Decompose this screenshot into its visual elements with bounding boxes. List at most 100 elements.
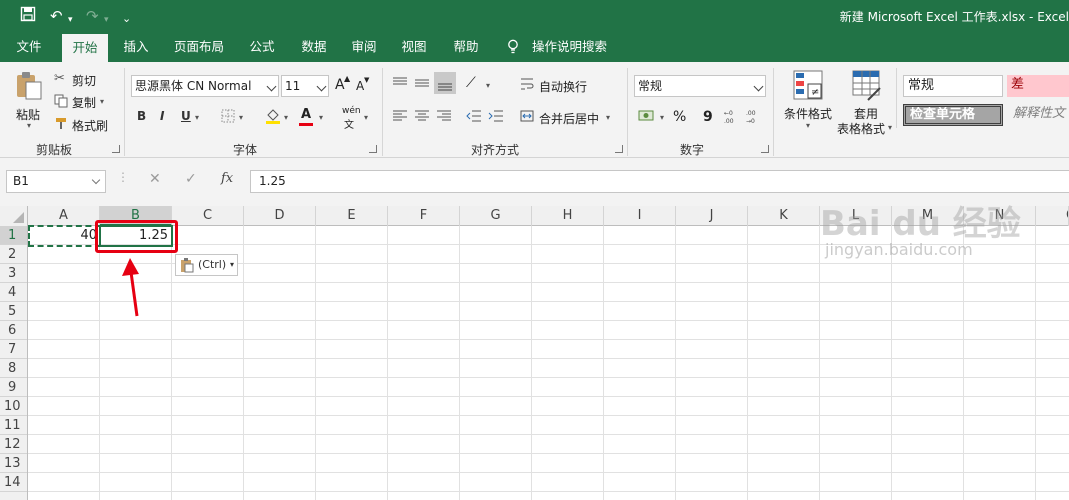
copy-button[interactable]: 复制 — [72, 94, 96, 111]
customize-qat-icon[interactable]: ⌄ — [122, 9, 131, 29]
tab-home[interactable]: 开始 — [62, 34, 108, 62]
column-header-j[interactable]: J — [676, 206, 748, 226]
column-header-a[interactable]: A — [28, 206, 100, 226]
fill-color-icon[interactable] — [265, 107, 281, 128]
number-format-select[interactable]: 常规 — [634, 75, 766, 97]
paste-options-button[interactable]: (Ctrl) ▾ — [175, 254, 238, 276]
font-name-select[interactable]: 思源黑体 CN Normal — [131, 75, 279, 97]
format-painter-button[interactable]: 格式刷 — [72, 117, 108, 134]
align-middle-icon[interactable] — [414, 76, 430, 93]
merge-dropdown-icon[interactable]: ▾ — [606, 113, 610, 122]
clipboard-launcher-icon[interactable] — [112, 145, 120, 153]
confirm-entry-button[interactable]: ✓ — [185, 171, 197, 187]
row-header-4[interactable]: 4 — [0, 283, 27, 302]
percent-button[interactable]: % — [673, 109, 686, 125]
cut-button[interactable]: 剪切 — [72, 72, 96, 89]
row-header-9[interactable]: 9 — [0, 378, 27, 397]
shrink-font-button[interactable]: A — [356, 79, 364, 93]
more-options-icon[interactable]: ⋮ — [117, 170, 129, 184]
align-bottom-icon[interactable] — [434, 72, 456, 94]
style-bad[interactable]: 差 — [1007, 75, 1069, 97]
select-all-corner[interactable] — [0, 206, 28, 226]
tab-page-layout[interactable]: 页面布局 — [166, 32, 232, 62]
align-center-icon[interactable] — [414, 110, 430, 125]
conditional-dropdown-icon[interactable]: ▾ — [806, 121, 810, 130]
style-normal[interactable]: 常规 — [903, 75, 1003, 97]
increase-indent-icon[interactable] — [488, 110, 504, 125]
row-header-7[interactable]: 7 — [0, 340, 27, 359]
row-header-13[interactable]: 13 — [0, 454, 27, 473]
borders-icon[interactable] — [221, 109, 235, 126]
wrap-text-button[interactable]: 自动换行 — [539, 78, 587, 95]
tab-help[interactable]: 帮助 — [444, 32, 488, 62]
column-header-e[interactable]: E — [316, 206, 388, 226]
tab-formulas[interactable]: 公式 — [240, 32, 284, 62]
cancel-entry-button[interactable]: ✕ — [149, 171, 161, 187]
underline-button[interactable]: U — [181, 109, 191, 123]
save-icon[interactable] — [20, 6, 36, 27]
row-header-14[interactable]: 14 — [0, 473, 27, 492]
conditional-formatting-button[interactable]: 条件格式 — [784, 105, 832, 122]
column-header-o[interactable]: O — [1036, 206, 1069, 226]
font-launcher-icon[interactable] — [369, 145, 377, 153]
row-header-10[interactable]: 10 — [0, 397, 27, 416]
number-launcher-icon[interactable] — [761, 145, 769, 153]
tab-file[interactable]: 文件 — [6, 32, 52, 62]
column-header-d[interactable]: D — [244, 206, 316, 226]
tell-me-search[interactable]: 操作说明搜索 — [532, 32, 612, 62]
decrease-decimal-icon[interactable]: .00 →0 — [744, 108, 762, 127]
insert-function-button[interactable]: fx — [221, 171, 233, 186]
comma-style-button[interactable]: 9 — [703, 109, 713, 125]
column-header-g[interactable]: G — [460, 206, 532, 226]
undo-dropdown-icon[interactable]: ▾ — [68, 10, 73, 30]
orientation-icon[interactable]: ⟋ — [466, 75, 476, 91]
formula-input[interactable]: 1.25 — [250, 170, 1069, 193]
underline-dropdown-icon[interactable]: ▾ — [195, 113, 199, 122]
tab-view[interactable]: 视图 — [392, 32, 436, 62]
column-header-f[interactable]: F — [388, 206, 460, 226]
merge-center-button[interactable]: 合并后居中 — [539, 110, 599, 127]
align-left-icon[interactable] — [392, 110, 408, 125]
tab-review[interactable]: 审阅 — [342, 32, 386, 62]
alignment-launcher-icon[interactable] — [615, 145, 623, 153]
decrease-indent-icon[interactable] — [466, 110, 482, 125]
column-header-k[interactable]: K — [748, 206, 820, 226]
bold-button[interactable]: B — [137, 109, 146, 123]
name-box[interactable]: B1 — [6, 170, 106, 193]
row-header-5[interactable]: 5 — [0, 302, 27, 321]
accounting-format-icon[interactable] — [638, 109, 656, 126]
row-header-8[interactable]: 8 — [0, 359, 27, 378]
row-header-3[interactable]: 3 — [0, 264, 27, 283]
align-top-icon[interactable] — [392, 76, 408, 93]
font-size-select[interactable]: 11 — [281, 75, 329, 97]
column-header-h[interactable]: H — [532, 206, 604, 226]
increase-decimal-icon[interactable]: ←0.00 — [722, 108, 740, 127]
column-header-c[interactable]: C — [172, 206, 244, 226]
phonetic-dropdown-icon[interactable]: ▾ — [364, 113, 368, 122]
tab-data[interactable]: 数据 — [292, 32, 336, 62]
style-check-cell[interactable]: 检查单元格 — [903, 104, 1003, 126]
accounting-dropdown-icon[interactable]: ▾ — [660, 113, 664, 122]
fill-color-dropdown-icon[interactable]: ▾ — [284, 113, 288, 122]
borders-dropdown-icon[interactable]: ▾ — [239, 113, 243, 122]
italic-button[interactable]: I — [160, 109, 164, 123]
row-header-2[interactable]: 2 — [0, 245, 27, 264]
copy-dropdown-icon[interactable]: ▾ — [100, 97, 104, 106]
row-header-11[interactable]: 11 — [0, 416, 27, 435]
tab-insert[interactable]: 插入 — [114, 32, 158, 62]
format-as-table-line2[interactable]: 表格格式 — [837, 120, 885, 137]
phonetic-button[interactable]: wén — [342, 106, 361, 116]
undo-icon[interactable]: ↶ — [50, 6, 63, 26]
row-header-12[interactable]: 12 — [0, 435, 27, 454]
table-format-dropdown-icon[interactable]: ▾ — [888, 123, 892, 132]
row-header-1[interactable]: 1 — [0, 226, 27, 245]
style-explanatory[interactable]: 解释性文 — [1009, 104, 1069, 126]
paste-dropdown-icon[interactable]: ▾ — [27, 121, 31, 130]
orientation-dropdown-icon[interactable]: ▾ — [486, 81, 490, 90]
row-header-6[interactable]: 6 — [0, 321, 27, 340]
paste-icon[interactable] — [14, 70, 44, 105]
font-color-dropdown-icon[interactable]: ▾ — [319, 113, 323, 122]
font-color-button[interactable]: A — [301, 107, 311, 122]
column-header-i[interactable]: I — [604, 206, 676, 226]
align-right-icon[interactable] — [436, 110, 452, 125]
